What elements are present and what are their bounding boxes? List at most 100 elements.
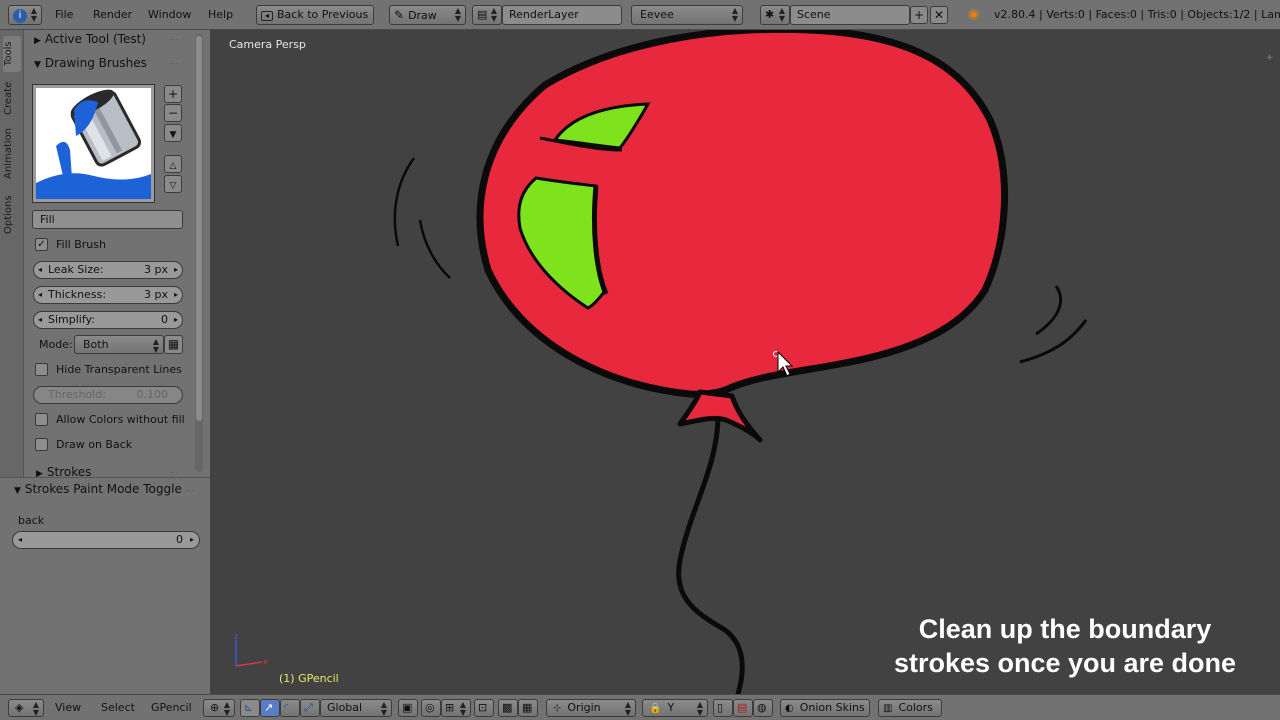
tab-options[interactable]: Options	[3, 190, 21, 240]
edit-mode-toggle[interactable]: ▯	[713, 699, 733, 717]
transform-orientation-dropdown[interactable]: Global ▲ ▼	[320, 699, 392, 717]
lock-axis-value: Y	[667, 701, 675, 714]
brush-name-field[interactable]: Fill	[32, 210, 183, 229]
add-scene-button[interactable]: +	[910, 6, 928, 24]
cube-icon: ◈	[15, 701, 24, 714]
lock-axis-dropdown[interactable]: 🔒 Y ▲ ▼	[642, 699, 708, 717]
back-to-previous-button[interactable]: ◂ Back to Previous	[256, 5, 374, 25]
scale-manipulator[interactable]: ⤢	[300, 699, 320, 717]
paint-bucket-icon	[36, 88, 151, 199]
top-header: i ▲ ▼ File Render Window Help ◂ Back to Pr…	[0, 0, 1280, 30]
pivot-point-selector[interactable]: ⊕ ▲ ▼	[203, 699, 235, 717]
axis-gizmo-icon: z x	[234, 632, 268, 667]
remove-brush-button[interactable]: −	[164, 104, 182, 122]
overlay-toggle[interactable]: ◍	[753, 699, 773, 717]
fill-mode-dropdown[interactable]: Both ▲ ▼	[74, 335, 164, 354]
pencil-icon: ✎	[394, 8, 405, 22]
tab-animation[interactable]: Animation	[3, 124, 21, 184]
drag-grip-icon[interactable]: ⋯	[170, 468, 179, 477]
minus-icon: −	[167, 106, 179, 120]
caption-line-2: strokes once you are done	[893, 648, 1237, 678]
tab-tools[interactable]: Tools	[3, 36, 21, 72]
move-brush-up-button[interactable]: △	[164, 155, 182, 173]
tab-create[interactable]: Create	[3, 76, 21, 120]
manipulator-toggle[interactable]: ⊾	[240, 699, 260, 717]
balloon-string	[676, 417, 745, 694]
render-animation-button[interactable]: ▦	[518, 699, 538, 717]
snap-icon: ⊞	[445, 701, 455, 714]
move-brush-down-button[interactable]: ▽	[164, 175, 182, 193]
manipulator-icon: ⊾	[244, 701, 254, 714]
frames-icon: ▤	[737, 701, 748, 714]
menu-view[interactable]: View	[55, 699, 81, 717]
allow-colors-label: Allow Colors without fill	[56, 413, 185, 426]
plus-icon: +	[167, 87, 179, 101]
add-brush-button[interactable]: +	[164, 85, 182, 103]
menu-select[interactable]: Select	[101, 699, 135, 717]
render-layer-field[interactable]: RenderLayer	[502, 5, 622, 25]
panel-active-tool[interactable]: ▶ Active Tool (Test)	[34, 30, 146, 48]
3d-viewport[interactable]: Camera Persp z x + (1) GPencil Clean up …	[210, 30, 1280, 694]
translate-manipulator[interactable]: ↗	[260, 699, 280, 717]
panel-drawing-brushes[interactable]: ▼ Drawing Brushes	[34, 54, 147, 72]
menu-window[interactable]: Window	[148, 5, 191, 25]
chevron-updown-icon: ▲ ▼	[454, 6, 461, 23]
multiframe-toggle[interactable]: ▤	[733, 699, 753, 717]
scene-field[interactable]: Scene	[790, 5, 910, 25]
motion-line	[418, 219, 451, 279]
panel-strokes-label: Strokes	[46, 465, 92, 477]
colors-button[interactable]: ▥ Colors	[878, 699, 942, 717]
layer-toggle-button[interactable]: ▣	[398, 699, 418, 717]
panel-strokes[interactable]: ▶ Strokes ⋯	[24, 462, 192, 477]
scrollbar-thumb[interactable]	[196, 36, 202, 421]
back-value: 0	[176, 533, 183, 546]
back-to-previous-label: Back to Previous	[277, 8, 369, 21]
drag-grip-icon[interactable]: ⋯	[170, 35, 179, 44]
draw-on-back-checkbox[interactable]	[35, 438, 48, 451]
grid-toggle-button[interactable]: ▦	[164, 335, 183, 354]
drag-grip-icon[interactable]: ⋯	[186, 486, 195, 495]
orientation-value: Global	[327, 701, 363, 714]
threshold-slider[interactable]: Threshold: 0.100	[33, 386, 183, 404]
editor-type-button[interactable]: ◈ ▲ ▼	[8, 699, 44, 717]
back-value-slider[interactable]: ◂ 0 ▸	[12, 531, 200, 549]
chevron-updown-icon: ▲ ▼	[32, 700, 39, 717]
chevron-left-icon: ◂	[18, 535, 23, 544]
film-icon: ▦	[522, 701, 533, 714]
brush-preview[interactable]	[32, 84, 155, 203]
move-arrow-icon: ↗	[264, 701, 274, 714]
allow-colors-checkbox[interactable]	[35, 413, 48, 426]
triangle-right-icon: ▶	[34, 36, 41, 46]
origin-dropdown[interactable]: ⊹ Origin ▲ ▼	[546, 699, 636, 717]
scene-icon-button[interactable]: ✱ ▲ ▼	[760, 5, 790, 25]
brush-specials-button[interactable]: ▼	[164, 124, 182, 142]
snap-target-button[interactable]: ⊡	[474, 699, 494, 717]
tool-shelf-scrollbar[interactable]	[195, 34, 203, 472]
menu-help[interactable]: Help	[208, 5, 233, 25]
drag-grip-icon[interactable]: ⋯	[170, 59, 179, 68]
mode-label: Mode:	[39, 338, 73, 351]
fill-brush-checkbox[interactable]: ✓	[35, 238, 48, 251]
thickness-slider[interactable]: ◂ Thickness: 3 px ▸	[33, 286, 183, 304]
proportional-edit-button[interactable]: ◎	[421, 699, 441, 717]
menu-render[interactable]: Render	[93, 5, 132, 25]
editor-type-button[interactable]: i ▲ ▼	[8, 5, 42, 25]
render-image-button[interactable]: ▩	[498, 699, 518, 717]
tutorial-caption: Clean up the boundary strokes once you a…	[870, 612, 1260, 680]
snap-element-selector[interactable]: ⊞ ▲ ▼	[441, 699, 471, 717]
region-split-icon[interactable]: +	[1266, 53, 1274, 63]
chevron-updown-icon: ▲ ▼	[223, 700, 230, 717]
simplify-slider[interactable]: ◂ Simplify: 0 ▸	[33, 311, 183, 329]
delete-scene-button[interactable]: ✕	[930, 6, 948, 24]
hide-transparent-checkbox[interactable]	[35, 363, 48, 376]
menu-gpencil[interactable]: GPencil	[151, 699, 192, 717]
onion-skins-label: Onion Skins	[799, 701, 865, 714]
operator-panel-header[interactable]: ▼ Strokes Paint Mode Toggle	[14, 482, 182, 496]
onion-skins-button[interactable]: ◐ Onion Skins	[780, 699, 870, 717]
render-layer-icon-button[interactable]: ▤ ▲ ▼	[472, 5, 502, 25]
rotate-manipulator[interactable]: ◜	[280, 699, 300, 717]
render-engine-selector[interactable]: Eevee ▲ ▼	[631, 5, 743, 25]
menu-file[interactable]: File	[55, 5, 73, 25]
leak-size-slider[interactable]: ◂ Leak Size: 3 px ▸	[33, 261, 183, 279]
mode-selector[interactable]: ✎ Draw ▲ ▼	[389, 5, 466, 25]
